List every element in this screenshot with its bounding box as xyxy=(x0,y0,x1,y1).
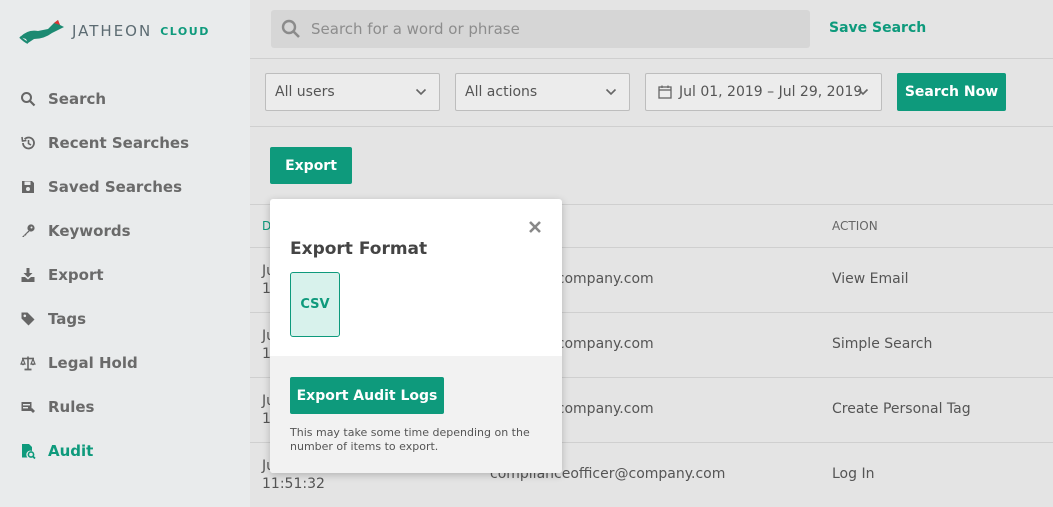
row-time-line: 11:51:32 xyxy=(262,476,325,492)
search-input[interactable] xyxy=(311,20,791,38)
export-audit-logs-button[interactable]: Export Audit Logs xyxy=(290,377,444,414)
brand-suffix: CLOUD xyxy=(160,24,210,38)
actions-filter-value: All actions xyxy=(465,84,538,100)
scales-icon xyxy=(19,354,37,372)
sidebar-item-rules[interactable]: Rules xyxy=(0,385,250,429)
column-header-action[interactable]: ACTION xyxy=(832,219,878,233)
sidebar-item-label: Saved Searches xyxy=(48,178,183,196)
sidebar-item-label: Export xyxy=(48,266,104,284)
sidebar-item-keywords[interactable]: Keywords xyxy=(0,209,250,253)
sidebar-item-tags[interactable]: Tags xyxy=(0,297,250,341)
sidebar-item-label: Recent Searches xyxy=(48,134,190,152)
chevron-down-icon xyxy=(857,88,869,96)
users-filter-select[interactable]: All users xyxy=(265,73,440,111)
close-icon[interactable] xyxy=(528,220,542,234)
sidebar-item-saved-searches[interactable]: Saved Searches xyxy=(0,165,250,209)
key-icon xyxy=(19,222,37,240)
tag-icon xyxy=(19,310,37,328)
search-icon xyxy=(281,19,300,38)
sidebar-item-label: Rules xyxy=(48,398,95,416)
search-icon xyxy=(19,90,37,108)
fox-logo-icon xyxy=(19,20,64,44)
download-icon xyxy=(19,266,37,284)
sidebar-item-audit[interactable]: Audit xyxy=(0,429,250,473)
divider xyxy=(250,126,1053,127)
row-action: Simple Search xyxy=(832,336,933,352)
sidebar: JATHEON CLOUD Search Recent Searches Sav… xyxy=(0,0,250,507)
search-now-button[interactable]: Search Now xyxy=(897,73,1006,111)
sidebar-item-export[interactable]: Export xyxy=(0,253,250,297)
sidebar-item-label: Search xyxy=(48,90,107,108)
row-action: View Email xyxy=(832,271,909,287)
brand-name: JATHEON xyxy=(72,22,153,40)
chevron-down-icon xyxy=(605,88,617,96)
sidebar-item-recent-searches[interactable]: Recent Searches xyxy=(0,121,250,165)
sidebar-item-label: Keywords xyxy=(48,222,131,240)
sidebar-item-label: Audit xyxy=(48,442,94,460)
actions-filter-select[interactable]: All actions xyxy=(455,73,630,111)
modal-footer: Export Audit Logs This may take some tim… xyxy=(270,356,562,473)
sidebar-nav: Search Recent Searches Saved Searches Ke… xyxy=(0,77,250,473)
audit-document-icon xyxy=(19,442,37,460)
brand-logo[interactable]: JATHEON CLOUD xyxy=(18,16,210,46)
divider xyxy=(250,58,1053,59)
calendar-icon xyxy=(658,85,672,99)
export-button[interactable]: Export xyxy=(270,147,352,184)
users-filter-value: All users xyxy=(275,84,335,100)
history-icon xyxy=(19,134,37,152)
sidebar-item-label: Tags xyxy=(48,310,87,328)
row-action: Create Personal Tag xyxy=(832,401,971,417)
sidebar-item-label: Legal Hold xyxy=(48,354,138,372)
date-range-select[interactable]: Jul 01, 2019 – Jul 29, 2019 xyxy=(645,73,882,111)
export-format-modal: Export Format CSV Export Audit Logs This… xyxy=(270,199,562,473)
rules-icon xyxy=(19,398,37,416)
save-search-link[interactable]: Save Search xyxy=(829,20,926,36)
chevron-down-icon xyxy=(415,88,427,96)
format-option-csv[interactable]: CSV xyxy=(290,272,340,337)
export-note: This may take some time depending on the… xyxy=(290,426,530,453)
global-search[interactable] xyxy=(271,10,810,48)
floppy-disk-icon xyxy=(19,178,37,196)
row-action: Log In xyxy=(832,466,875,482)
sidebar-item-search[interactable]: Search xyxy=(0,77,250,121)
modal-title: Export Format xyxy=(290,239,428,259)
sidebar-item-legal-hold[interactable]: Legal Hold xyxy=(0,341,250,385)
date-range-value: Jul 01, 2019 – Jul 29, 2019 xyxy=(679,84,863,100)
